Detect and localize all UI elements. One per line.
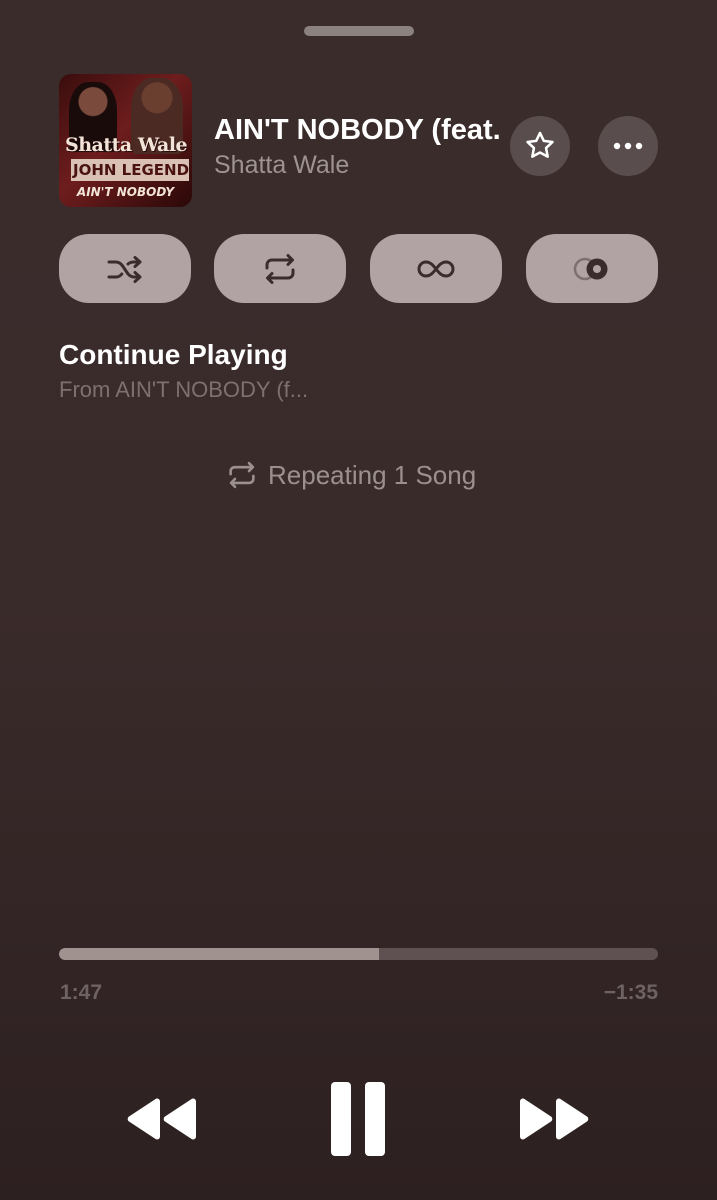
progress-fill (59, 948, 380, 960)
crossfade-icon (573, 257, 608, 280)
pause-button[interactable] (318, 1078, 398, 1160)
song-title: AIN'T NOBODY (feat. John Legend) (214, 114, 500, 146)
pause-icon (331, 1082, 385, 1156)
autoplay-button[interactable] (370, 234, 502, 303)
repeat-icon (229, 461, 255, 489)
fast-forward-button[interactable] (510, 1086, 598, 1152)
star-icon (526, 131, 554, 158)
crossfade-button[interactable] (526, 234, 658, 303)
more-options-button[interactable] (598, 116, 658, 176)
rewind-icon (127, 1098, 196, 1140)
queue-heading: Continue Playing (59, 339, 288, 370)
remaining-time: −1:35 (603, 981, 658, 1004)
repeat-status: Repeating 1 Song (226, 458, 476, 492)
artwork-text-artist: Shatta Wale (65, 134, 188, 156)
shuffle-icon (107, 255, 142, 283)
elapsed-time: 1:47 (60, 981, 103, 1004)
album-artwork[interactable]: Shatta Wale JOHN LEGEND AIN'T NOBODY (59, 74, 192, 207)
repeat-button[interactable] (214, 234, 346, 303)
shuffle-button[interactable] (59, 234, 191, 303)
repeat-icon (265, 253, 295, 284)
infinity-icon (417, 260, 455, 277)
ellipsis-icon (613, 142, 643, 150)
queue-source: From AIN'T NOBODY (f... (59, 377, 309, 402)
artwork-text-feature: JOHN LEGEND (73, 161, 190, 179)
artwork-text-title: AIN'T NOBODY (76, 185, 175, 199)
favorite-button[interactable] (510, 116, 570, 176)
repeat-status-text: Repeating 1 Song (268, 460, 477, 490)
fast-forward-icon (520, 1098, 589, 1140)
rewind-button[interactable] (118, 1086, 206, 1152)
sheet-grabber[interactable] (304, 26, 414, 36)
playback-scrubber[interactable] (59, 948, 658, 960)
song-artist[interactable]: Shatta Wale (214, 150, 349, 180)
